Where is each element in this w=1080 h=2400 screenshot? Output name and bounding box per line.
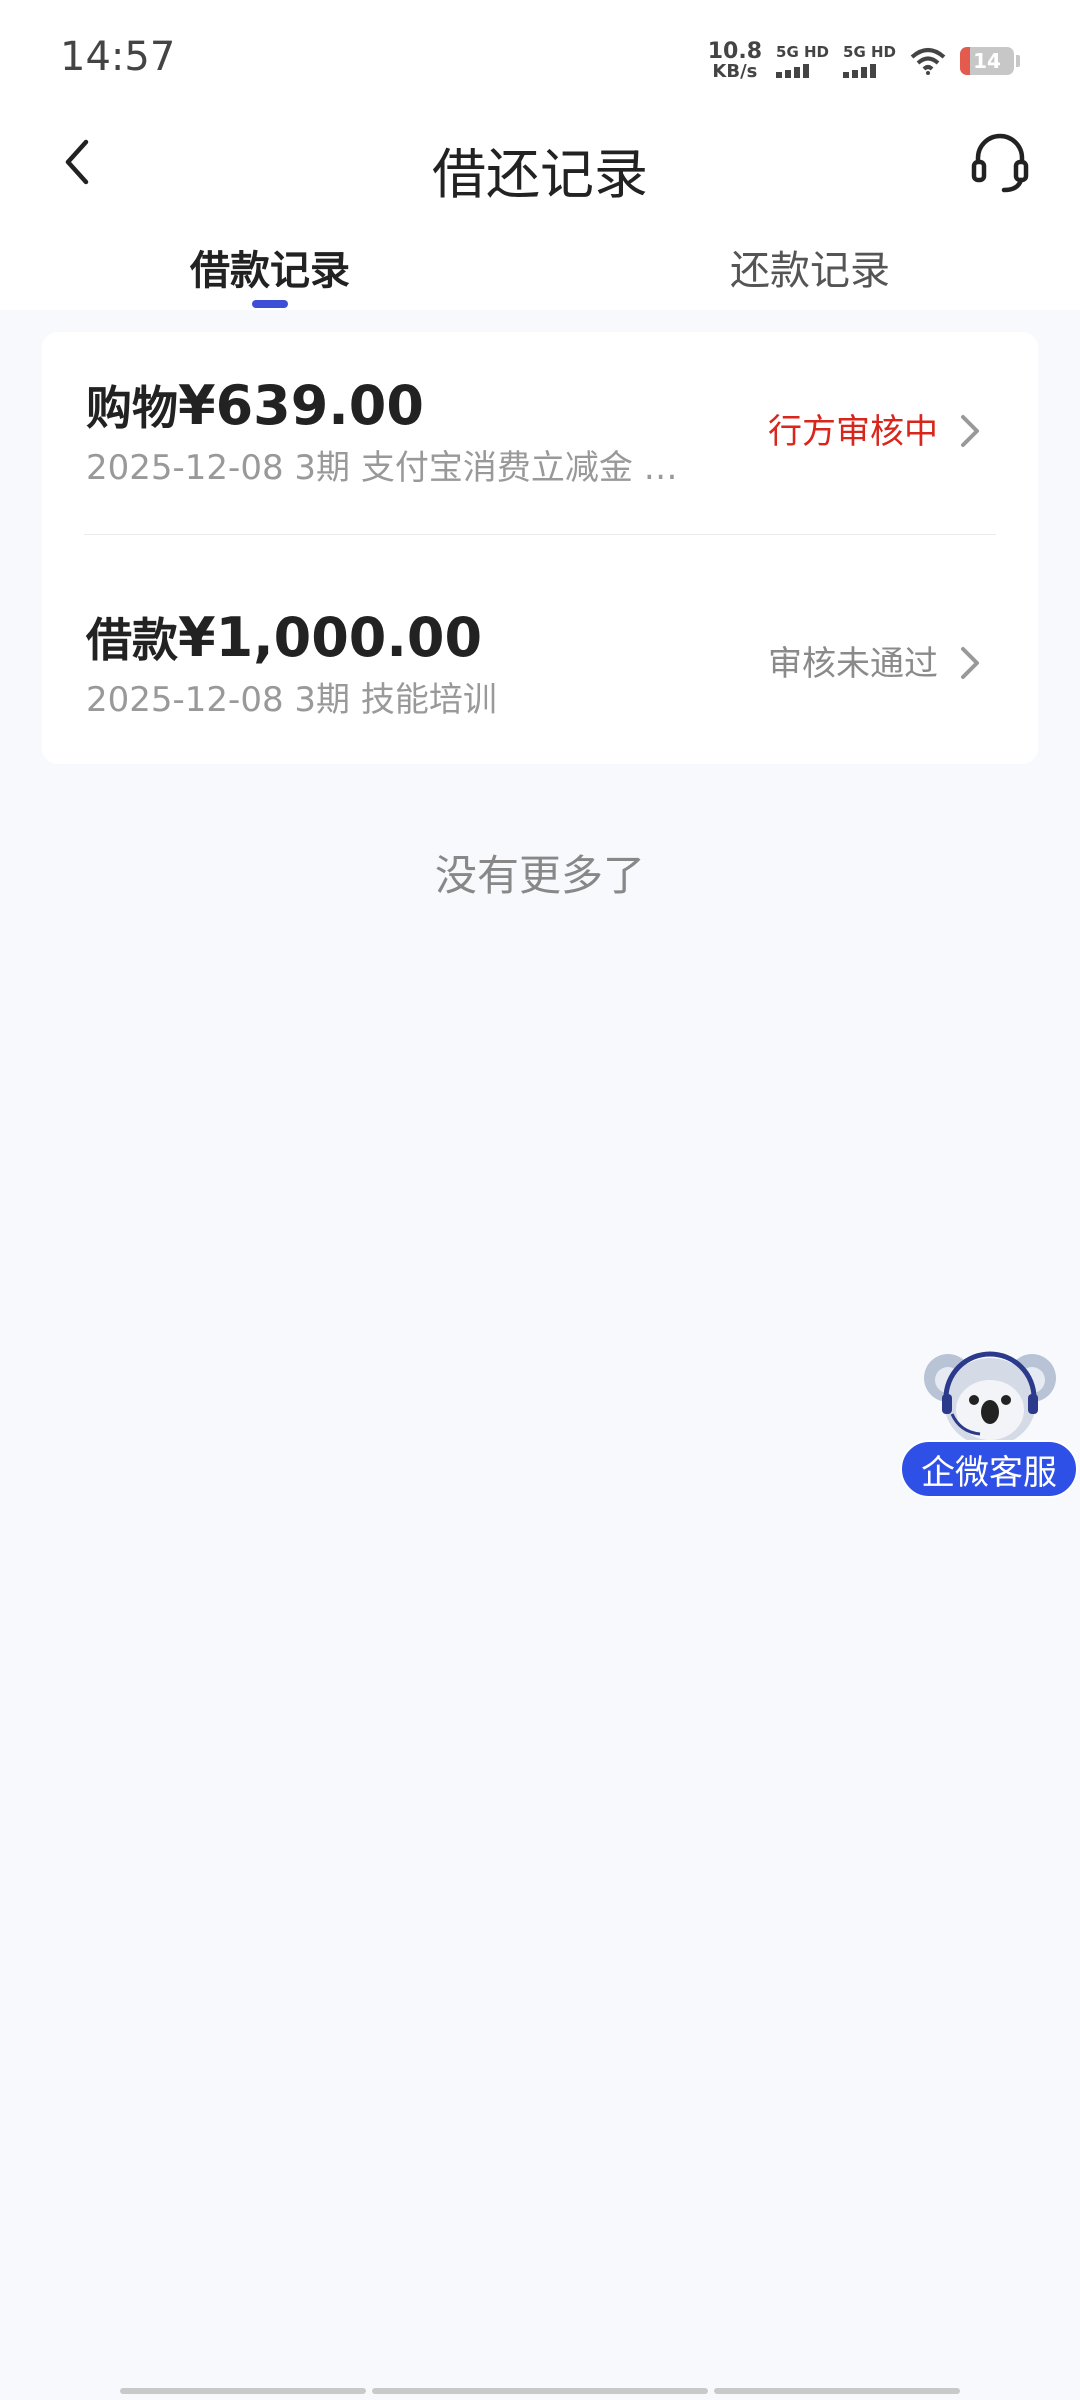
record-title: 借款¥1,000.00 — [86, 604, 482, 670]
record-detail: 2025-12-08 3期 技能培训 — [86, 680, 497, 720]
net-speed-value: 10.8 — [707, 39, 763, 64]
record-amount: ¥1,000.00 — [178, 606, 483, 669]
record-item[interactable]: 购物¥639.00 2025-12-08 3期 支付宝消费立减金 … 行方审核中 — [42, 372, 1038, 572]
battery-icon: 14 — [960, 47, 1014, 75]
signal-bars-icon — [843, 63, 877, 78]
home-indicator — [372, 2388, 708, 2394]
home-indicator — [120, 2388, 366, 2394]
divider — [84, 534, 996, 535]
tab-active-indicator — [252, 300, 288, 308]
record-amount: ¥639.00 — [178, 374, 424, 437]
signal-2-label: 5G HD — [843, 42, 896, 61]
net-speed: 10.8 KB/s — [708, 41, 762, 81]
battery-nub — [1016, 55, 1020, 67]
tab-loan-records[interactable]: 借款记录 — [190, 238, 350, 296]
record-title: 购物¥639.00 — [86, 372, 424, 438]
record-type: 购物 — [86, 381, 178, 435]
record-type: 借款 — [86, 613, 178, 667]
headset-icon — [971, 133, 1029, 193]
signal-1: 5G HD — [776, 42, 830, 78]
battery-level: 14 — [973, 49, 1001, 73]
header: 14:57 10.8 KB/s 5G HD 5G HD 14 借还记录 借款记录… — [0, 0, 1080, 310]
signal-bars-icon — [776, 63, 810, 78]
floating-service-label: 企微客服 — [900, 1440, 1078, 1498]
signal-2: 5G HD — [843, 42, 896, 78]
home-indicator — [714, 2388, 960, 2394]
status-icons: 10.8 KB/s 5G HD 5G HD 14 — [708, 36, 1020, 86]
status-time: 14:57 — [60, 34, 176, 80]
customer-service-button[interactable] — [966, 128, 1034, 196]
floating-customer-service-button[interactable]: 企微客服 — [898, 1344, 1080, 1504]
records-card: 购物¥639.00 2025-12-08 3期 支付宝消费立减金 … 行方审核中… — [42, 332, 1038, 764]
record-status: 行方审核中 — [768, 412, 938, 452]
net-speed-unit: KB/s — [712, 61, 758, 82]
koala-mascot-icon — [924, 1351, 1056, 1446]
chevron-right-icon — [961, 415, 979, 447]
wifi-icon — [910, 48, 946, 75]
chevron-right-icon — [961, 647, 979, 679]
page-title: 借还记录 — [432, 143, 648, 206]
no-more-text: 没有更多了 — [434, 851, 645, 900]
battery-fill — [960, 47, 970, 75]
record-status: 审核未通过 — [768, 644, 938, 684]
signal-1-label: 5G HD — [776, 42, 830, 61]
record-item[interactable]: 借款¥1,000.00 2025-12-08 3期 技能培训 审核未通过 — [42, 604, 1038, 804]
tab-repayment-records[interactable]: 还款记录 — [730, 238, 890, 296]
record-detail: 2025-12-08 3期 支付宝消费立减金 … — [86, 448, 678, 488]
